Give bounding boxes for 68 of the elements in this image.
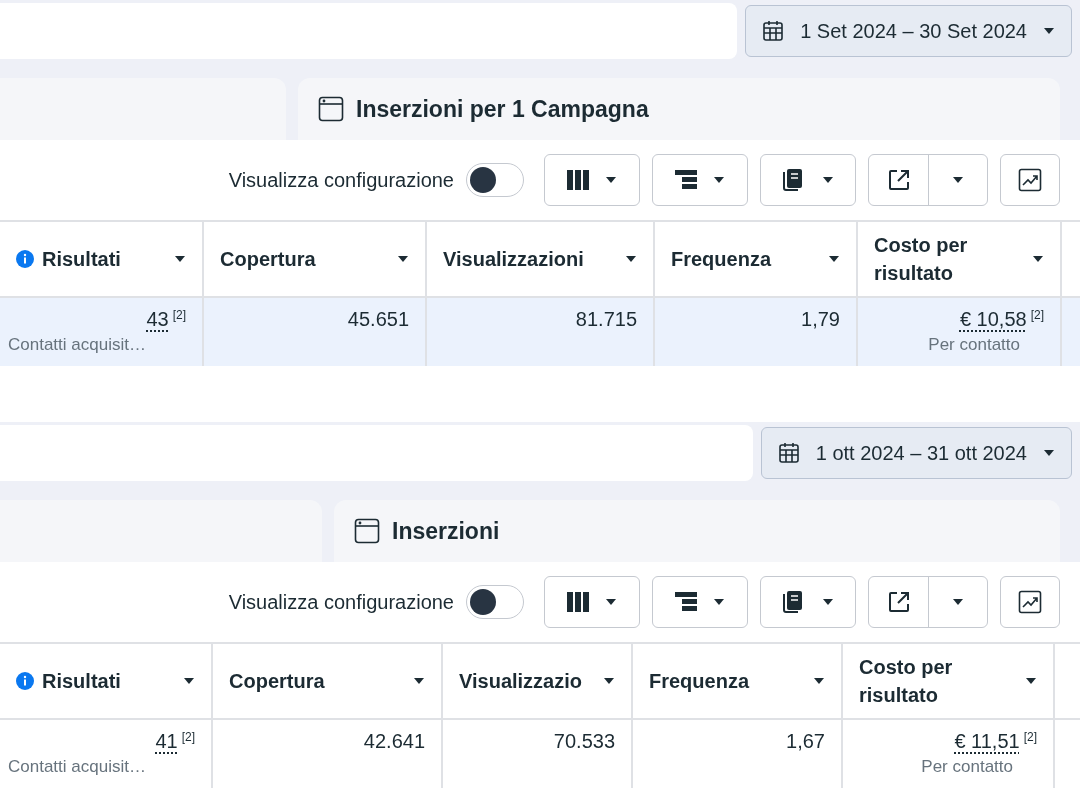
- caret-icon: [1043, 27, 1055, 35]
- caret-icon: [952, 176, 964, 184]
- table-cell-text: 1,67: [786, 729, 825, 754]
- cell-caption: Per contatto: [928, 334, 1020, 356]
- table-cell-text: 42.641: [363, 729, 425, 754]
- columns-icon: [567, 170, 589, 190]
- export-icon: [887, 591, 910, 613]
- breakdown-icon: [675, 592, 697, 612]
- footnote-mark: [2]: [1023, 729, 1037, 746]
- date-range-button[interactable]: 1 ott 2024 – 31 ott 2024: [760, 427, 1072, 479]
- caret-icon: [605, 176, 617, 184]
- footnote-mark: [2]: [172, 307, 186, 324]
- window-icon: [354, 518, 380, 544]
- toggle-label: Visualizza configurazione: [228, 168, 454, 193]
- tab[interactable]: Inserzioni per 1 Campagna: [298, 78, 1060, 140]
- table-cell-text: 70.533: [553, 729, 615, 754]
- caret-icon: [828, 255, 840, 263]
- cell-caption: Contatti acquisit…: [8, 334, 146, 356]
- table-cell-text: 1,79: [801, 307, 840, 332]
- toggle-switch[interactable]: [466, 585, 524, 619]
- columns-button[interactable]: [544, 154, 640, 206]
- toggle-switch[interactable]: [466, 163, 524, 197]
- breakdown-button[interactable]: [652, 576, 748, 628]
- table-cell-text: 45.651: [347, 307, 409, 332]
- reports-button[interactable]: [760, 576, 856, 628]
- date-range-button[interactable]: 1 Set 2024 – 30 Set 2024: [745, 5, 1072, 57]
- table-cell-text: 41: [155, 729, 178, 754]
- caret-icon: [413, 677, 425, 685]
- trend-chart-icon: [1018, 168, 1042, 192]
- table-cell-text: 81.715: [575, 307, 637, 332]
- columns-button[interactable]: [544, 576, 640, 628]
- footnote-mark: [2]: [1030, 307, 1044, 324]
- columns-icon: [567, 592, 589, 612]
- table-cell-text: € 10,58: [959, 307, 1027, 332]
- caret-icon: [713, 176, 725, 184]
- info-icon: [16, 250, 34, 268]
- caret-icon: [1032, 255, 1044, 263]
- toggle-label: Visualizza configurazione: [228, 590, 454, 615]
- chart-button[interactable]: [1000, 576, 1060, 628]
- info-icon: [16, 672, 34, 690]
- caret-icon: [174, 255, 186, 263]
- calendar-icon: [762, 20, 785, 42]
- breakdown-icon: [675, 170, 697, 190]
- calendar-icon: [777, 442, 800, 464]
- caret-icon: [822, 176, 834, 184]
- table-cell-text: € 11,51: [954, 729, 1020, 754]
- caret-icon: [605, 598, 617, 606]
- caret-icon: [625, 255, 637, 263]
- caret-icon: [813, 677, 825, 685]
- caret-icon: [1025, 677, 1037, 685]
- export-icon: [887, 169, 910, 191]
- caret-icon: [952, 598, 964, 606]
- breakdown-button[interactable]: [652, 154, 748, 206]
- caret-icon: [713, 598, 725, 606]
- cell-caption: Contatti acquisit…: [8, 756, 146, 778]
- caret-icon: [1043, 449, 1055, 457]
- footnote-mark: [2]: [181, 729, 195, 746]
- cell-caption: Per contatto: [921, 756, 1013, 778]
- caret-icon: [603, 677, 615, 685]
- caret-icon: [183, 677, 195, 685]
- reports-button[interactable]: [760, 154, 856, 206]
- caret-icon: [822, 598, 834, 606]
- tab[interactable]: Inserzioni: [334, 500, 1060, 562]
- chart-button[interactable]: [1000, 154, 1060, 206]
- window-icon: [318, 96, 344, 122]
- caret-icon: [397, 255, 409, 263]
- table-cell-text: 43: [146, 307, 169, 332]
- trend-chart-icon: [1018, 590, 1042, 614]
